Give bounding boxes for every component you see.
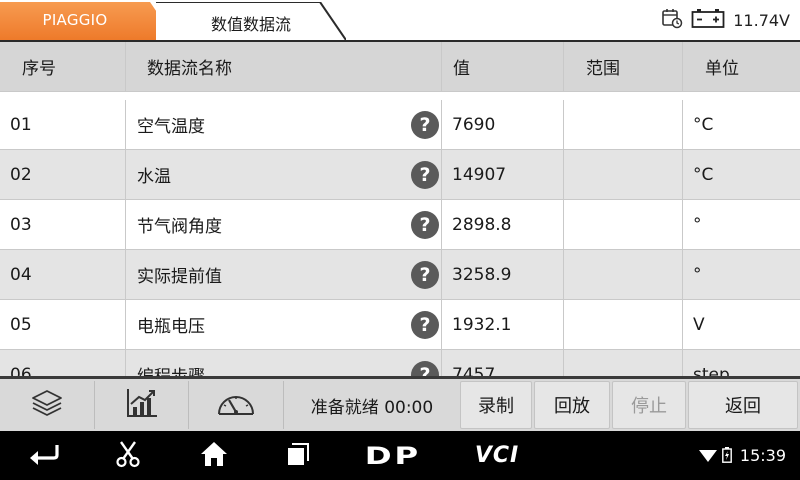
back-icon: [27, 442, 61, 470]
row-name: 水温: [137, 167, 171, 187]
row-number: 04: [0, 250, 126, 300]
battery-icon: [722, 447, 732, 467]
row-unit: °C: [683, 100, 800, 150]
row-number: 02: [0, 150, 126, 200]
row-unit: °: [683, 200, 800, 250]
row-value: 7690: [442, 100, 564, 150]
row-name: 实际提前值: [137, 267, 222, 287]
row-name-cell: 空气温度 ?: [126, 100, 442, 150]
home-icon: [199, 440, 229, 472]
column-header-no: 序号: [0, 42, 126, 92]
row-name-cell: 水温 ?: [126, 150, 442, 200]
nav-recents-button[interactable]: [270, 431, 326, 480]
row-name: 电瓶电压: [137, 317, 205, 337]
table-row[interactable]: 04 实际提前值 ? 3258.9 °: [0, 250, 800, 300]
row-number: 01: [0, 100, 126, 150]
row-value: 14907: [442, 150, 564, 200]
system-clock: 15:39: [739, 446, 786, 465]
row-unit: V: [683, 300, 800, 350]
battery-icon: [691, 7, 725, 33]
row-name-cell: 电瓶电压 ?: [126, 300, 442, 350]
page-title: 数值数据流: [210, 15, 291, 34]
row-name: 节气阀角度: [137, 217, 222, 237]
column-header-unit: 单位: [683, 42, 800, 92]
back-button[interactable]: 返回: [688, 381, 798, 429]
table-row[interactable]: 06 编程步骤 ? 7457 step: [0, 350, 800, 376]
record-status: 准备就绪 00:00: [310, 397, 434, 418]
vci-button[interactable]: VCI: [462, 431, 532, 480]
voltage-reading: 11.74V: [733, 10, 790, 30]
recents-icon: [285, 441, 311, 471]
table-row[interactable]: 03 节气阀角度 ? 2898.8 °: [0, 200, 800, 250]
dp-logo-button[interactable]: DP: [362, 431, 424, 480]
row-number: 03: [0, 200, 126, 250]
row-name-cell: 编程步骤 ?: [126, 350, 442, 376]
row-number: 05: [0, 300, 126, 350]
gauge-button[interactable]: [189, 381, 284, 429]
status-area: 11.74V: [661, 8, 790, 32]
help-icon[interactable]: ?: [411, 361, 439, 376]
dp-logo-icon: DP: [364, 441, 422, 470]
record-button[interactable]: 录制: [460, 381, 532, 429]
row-value: 2898.8: [442, 200, 564, 250]
row-range: [564, 300, 683, 350]
system-nav-bar: DP VCI 15:39: [0, 431, 800, 480]
row-range: [564, 200, 683, 250]
help-icon[interactable]: ?: [411, 311, 439, 339]
help-icon[interactable]: ?: [411, 161, 439, 189]
row-value: 3258.9: [442, 250, 564, 300]
row-unit: °: [683, 250, 800, 300]
brand-label: PIAGGIO: [42, 11, 108, 29]
bottom-toolbar: 准备就绪 00:00 录制 回放 停止 返回: [0, 379, 800, 431]
row-range: [564, 100, 683, 150]
chart-icon: [125, 387, 159, 423]
nav-screenshot-button[interactable]: [100, 431, 156, 480]
layers-icon: [30, 388, 64, 422]
calendar-clock-icon: [661, 7, 683, 33]
gauge-icon: [215, 388, 257, 422]
graph-button[interactable]: [95, 381, 189, 429]
table-row[interactable]: 05 电瓶电压 ? 1932.1 V: [0, 300, 800, 350]
row-name: 空气温度: [137, 117, 205, 137]
row-unit: step: [683, 350, 800, 376]
column-header-name: 数据流名称: [126, 42, 442, 92]
row-value: 1932.1: [442, 300, 564, 350]
playback-button[interactable]: 回放: [534, 381, 610, 429]
data-stream-table: 序号 数据流名称 值 范围 单位 01 空气温度 ? 7690 °C 02 水温…: [0, 42, 800, 376]
wifi-icon: [699, 447, 717, 467]
layers-button[interactable]: [0, 381, 95, 429]
row-name-cell: 节气阀角度 ?: [126, 200, 442, 250]
row-value: 7457: [442, 350, 564, 376]
page-title-tab: 数值数据流: [156, 2, 346, 41]
table-row[interactable]: 02 水温 ? 14907 °C: [0, 150, 800, 200]
row-range: [564, 150, 683, 200]
help-icon[interactable]: ?: [411, 111, 439, 139]
table-row[interactable]: 01 空气温度 ? 7690 °C: [0, 100, 800, 150]
nav-home-button[interactable]: [186, 431, 242, 480]
system-status-icons: [699, 447, 732, 467]
column-header-range: 范围: [564, 42, 683, 92]
stop-button[interactable]: 停止: [612, 381, 686, 429]
brand-tab[interactable]: PIAGGIO: [0, 2, 176, 40]
row-range: [564, 350, 683, 376]
help-icon[interactable]: ?: [411, 211, 439, 239]
title-bar: PIAGGIO 数值数据流 11.74V: [0, 0, 800, 42]
vci-icon: VCI: [474, 443, 520, 468]
scissors-icon: [114, 440, 142, 472]
row-name-cell: 实际提前值 ?: [126, 250, 442, 300]
row-number: 06: [0, 350, 126, 376]
row-name: 编程步骤: [137, 362, 205, 376]
table-header-row: 序号 数据流名称 值 范围 单位: [0, 42, 800, 92]
column-header-value: 值: [442, 42, 564, 92]
nav-back-button[interactable]: [16, 431, 72, 480]
help-icon[interactable]: ?: [411, 261, 439, 289]
row-unit: °C: [683, 150, 800, 200]
row-range: [564, 250, 683, 300]
